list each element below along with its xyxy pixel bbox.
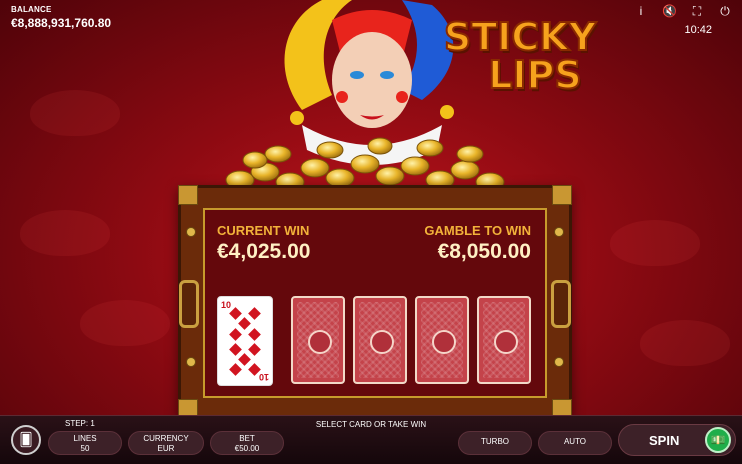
logo-line2: LIPS <box>487 53 583 97</box>
clock: 10:42 <box>684 24 712 36</box>
chest-handle-right <box>551 280 571 328</box>
take-win-cash-icon[interactable]: 💵 <box>705 427 731 453</box>
chest-corner <box>178 185 198 205</box>
turbo-label: TURBO <box>481 437 509 446</box>
card-rank-top: 10 <box>221 300 232 310</box>
current-win-label: CURRENT WIN <box>217 223 310 238</box>
current-win-value: €4,025.00 <box>217 240 311 263</box>
power-icon[interactable]: ⏻ <box>718 4 732 19</box>
chest-handle-left <box>179 280 199 328</box>
sound-off-icon[interactable]: 🔇 <box>662 4 677 19</box>
gamble-panel: CURRENT WIN €4,025.00 GAMBLE TO WIN €8,0… <box>203 208 547 398</box>
face-down-card-1[interactable] <box>291 296 345 384</box>
lips-decoration <box>640 320 730 366</box>
bet-button[interactable]: BET €50.00 <box>210 431 284 455</box>
top-toolbar: i 🔇 ⛶ ⏻ <box>634 4 732 19</box>
lips-decoration <box>610 220 700 266</box>
revealed-card-ten-of-diamonds: 10 10 <box>217 296 273 386</box>
balance-label: BALANCE <box>11 5 52 14</box>
chest-corner <box>552 185 572 205</box>
jester-face <box>332 32 412 128</box>
card-rank-bottom: 10 <box>258 372 269 382</box>
lines-button[interactable]: LINES 50 <box>48 431 122 455</box>
logo-line1: STICKY <box>443 15 597 59</box>
bottom-control-bar: 🂠 STEP: 1 SELECT CARD OR TAKE WIN LINES … <box>0 415 742 464</box>
face-down-card-3[interactable] <box>415 296 469 384</box>
treasure-chest: CURRENT WIN €4,025.00 GAMBLE TO WIN €8,0… <box>178 185 572 419</box>
spin-label: SPIN <box>649 433 680 448</box>
lines-value: 50 <box>80 444 90 453</box>
lips-decoration <box>30 90 120 136</box>
auto-label: AUTO <box>563 437 587 446</box>
fullscreen-icon[interactable]: ⛶ <box>690 4 704 19</box>
gamble-to-win-value: €8,050.00 <box>437 240 531 263</box>
face-down-card-4[interactable] <box>477 296 531 384</box>
info-icon[interactable]: i <box>634 4 648 19</box>
lips-decoration <box>80 300 170 346</box>
balance-value: €8,888,931,760.80 <box>11 16 112 30</box>
bet-label: BET <box>239 434 255 443</box>
currency-label: CURRENCY <box>143 434 189 443</box>
turbo-button[interactable]: TURBO <box>458 431 532 455</box>
game-logo: STICKY LIPS <box>440 15 600 97</box>
balance-display: BALANCE €8,888,931,760.80 <box>11 5 111 30</box>
lips-decoration <box>20 210 110 256</box>
currency-button[interactable]: CURRENCY EUR <box>128 431 204 455</box>
currency-value: EUR <box>157 444 175 453</box>
bet-value: €50.00 <box>234 444 260 453</box>
spin-button[interactable]: SPIN 💵 <box>618 424 736 456</box>
face-down-card-2[interactable] <box>353 296 407 384</box>
gamble-to-win-label: GAMBLE TO WIN <box>424 223 531 238</box>
auto-button[interactable]: AUTO <box>538 431 612 455</box>
menu-cards-icon[interactable]: 🂠 <box>11 425 41 455</box>
lines-label: LINES <box>73 434 97 443</box>
